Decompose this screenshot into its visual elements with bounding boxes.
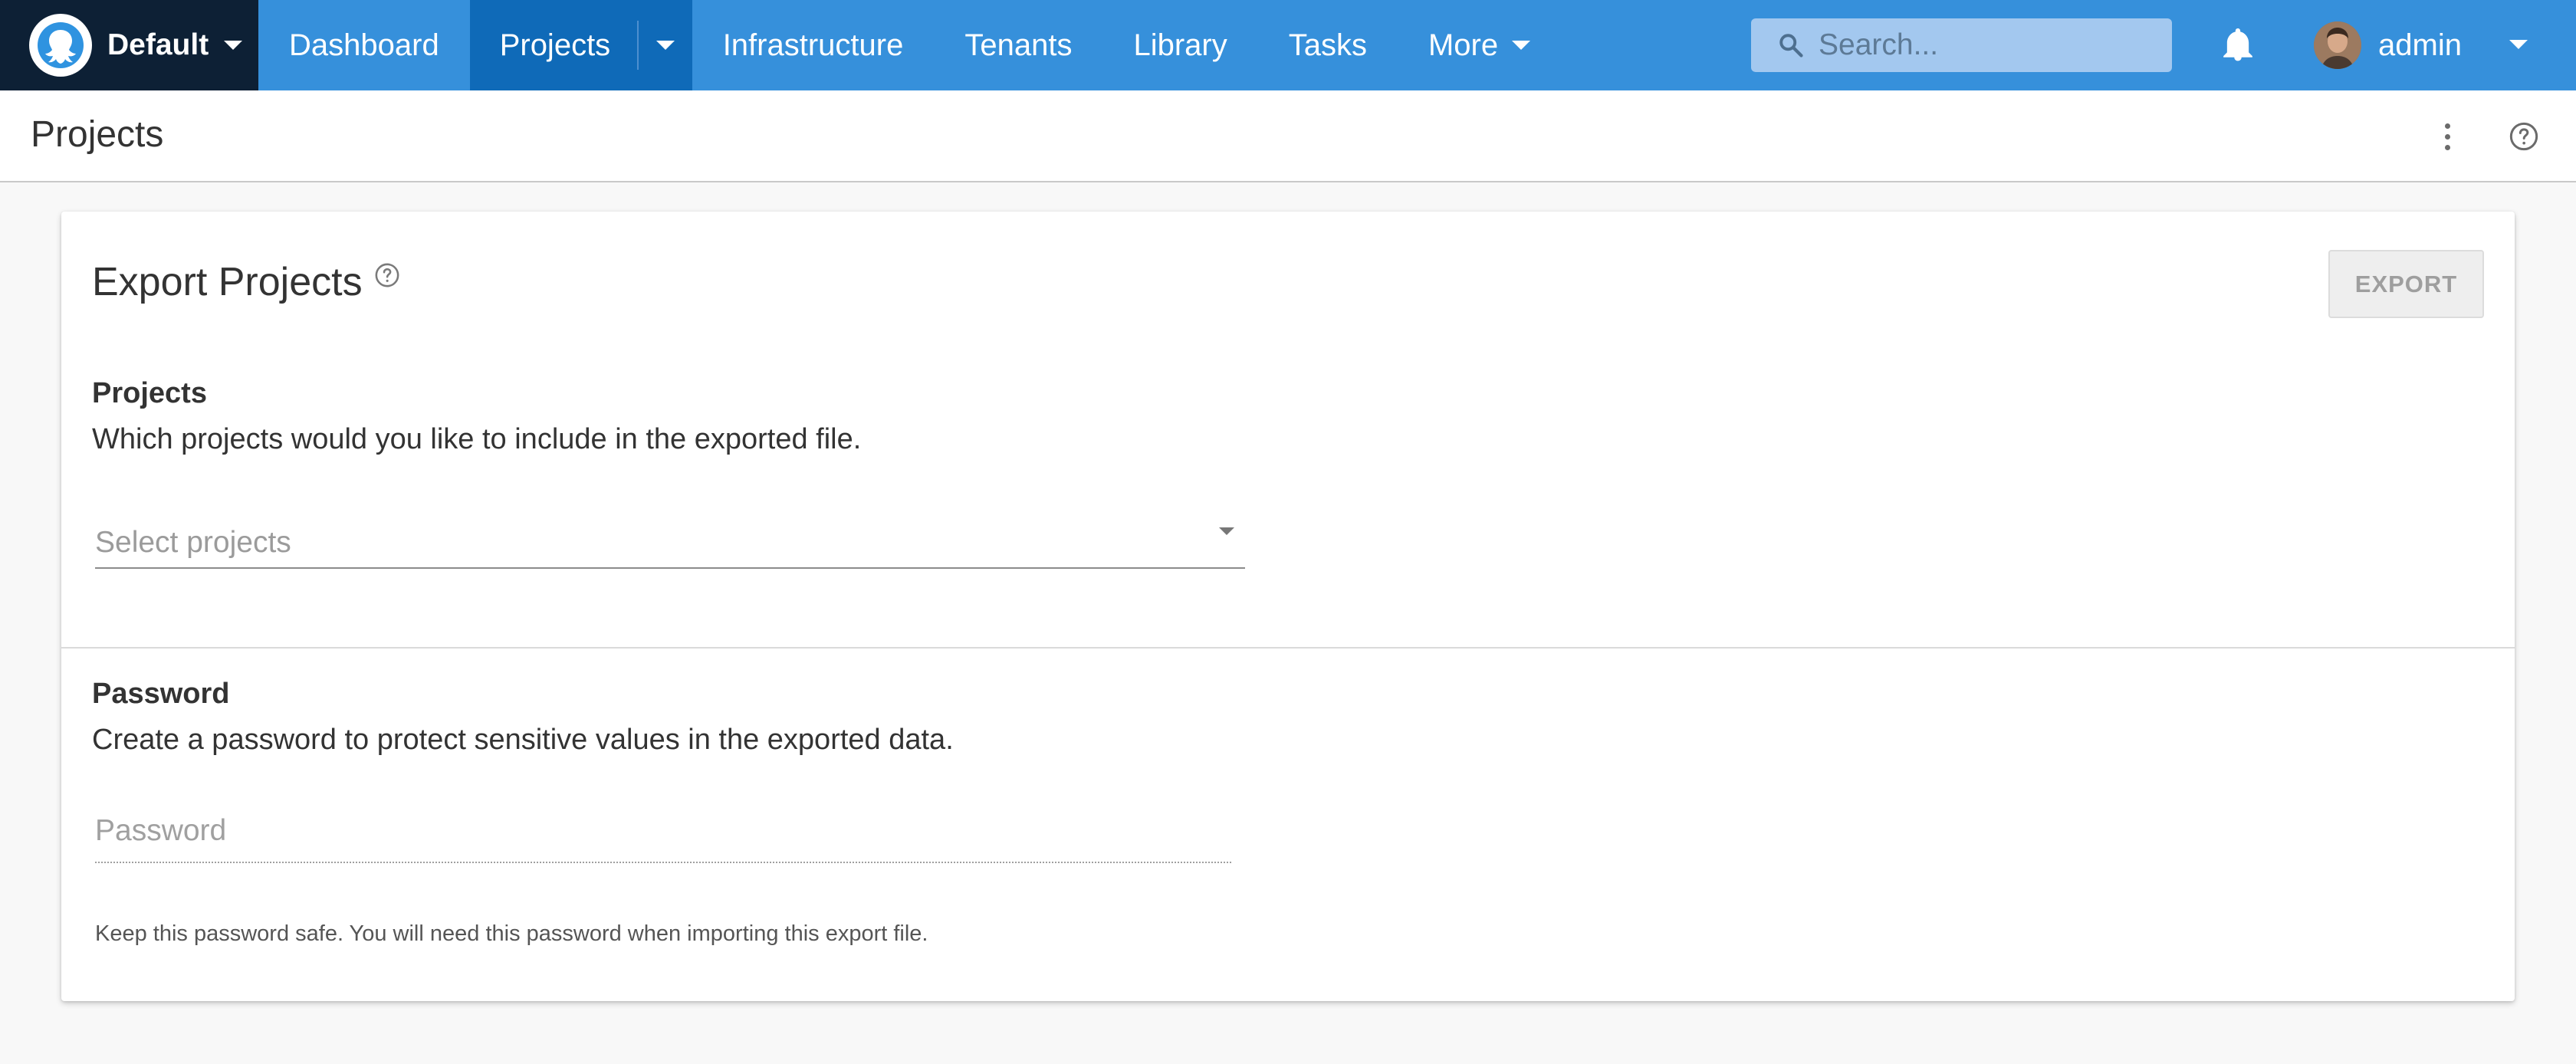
page-header: Projects [0,90,2576,182]
nav-more-label: More [1428,28,1499,62]
chevron-down-icon [656,41,675,50]
password-section-heading: Password [92,678,230,710]
user-name: admin [2378,28,2462,62]
notifications-button[interactable] [2220,26,2256,64]
bell-icon [2223,28,2252,61]
help-circle-icon[interactable] [2509,121,2539,156]
password-hint: Keep this password safe. You will need t… [95,921,928,946]
search-box [1751,18,2172,72]
chevron-down-icon[interactable] [2509,40,2528,49]
search-input[interactable] [1817,28,2157,63]
page-title: Projects [31,114,164,155]
nav-dashboard[interactable]: Dashboard [258,0,470,90]
top-navigation: Default Dashboard Projects Infrastructur… [0,0,2576,90]
projects-select-placeholder: Select projects [95,526,291,559]
projects-section-heading: Projects [92,377,207,409]
card-title: Export Projects [92,260,363,304]
chevron-down-icon [1512,41,1531,50]
projects-section-description: Which projects would you like to include… [92,423,862,455]
nav-projects-label: Projects [499,28,611,62]
more-vertical-icon[interactable] [2432,118,2463,155]
help-circle-icon[interactable] [374,262,400,292]
user-menu[interactable]: admin [2314,20,2462,71]
octopus-logo-icon [29,14,92,77]
password-input[interactable] [95,802,1231,860]
nav-tasks[interactable]: Tasks [1258,0,1398,90]
avatar [2314,21,2361,69]
nav-infrastructure[interactable]: Infrastructure [692,0,935,90]
projects-select[interactable]: Select projects [95,509,1245,569]
nav-tenants[interactable]: Tenants [934,0,1102,90]
nav-library[interactable]: Library [1102,0,1257,90]
space-switcher[interactable]: Default [0,0,258,90]
password-section-description: Create a password to protect sensitive v… [92,724,954,756]
nav-projects[interactable]: Projects [469,0,692,90]
nav-more[interactable]: More [1398,0,1561,90]
section-divider [61,647,2515,649]
export-projects-card: Export Projects EXPORT Projects Which pr… [61,212,2515,1001]
password-field [95,802,1231,863]
chevron-down-icon [224,41,243,50]
chevron-down-icon [1219,527,1234,535]
space-name: Default [107,28,209,61]
search-icon [1779,34,1803,57]
projects-menu-toggle[interactable] [639,0,692,90]
export-button[interactable]: EXPORT [2328,250,2484,318]
